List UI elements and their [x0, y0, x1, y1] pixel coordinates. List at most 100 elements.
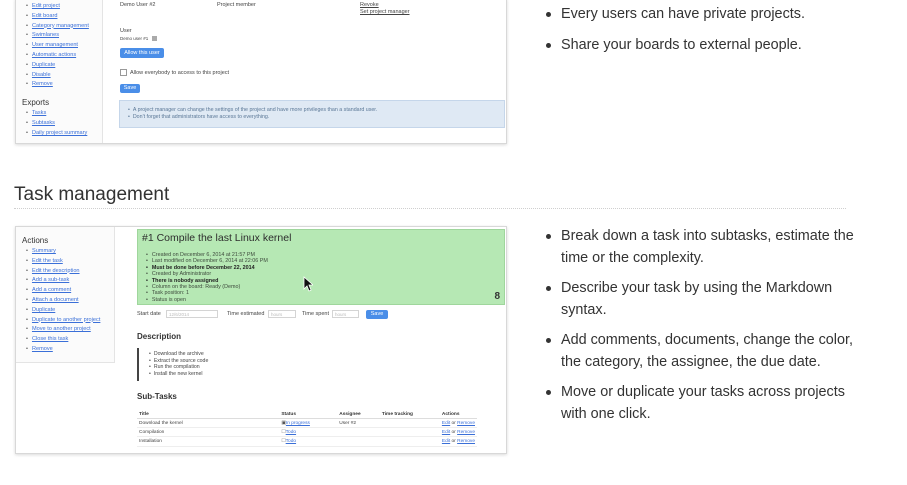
member-name: Demo User #2 [120, 2, 156, 8]
project-permissions-screenshot: Edit project Edit board Category managem… [15, 0, 507, 144]
subtask-status[interactable]: ▣In progress [279, 418, 338, 429]
column-header: Actions [439, 411, 477, 419]
action-link[interactable]: Duplicate to another project [26, 316, 114, 326]
section-divider [14, 208, 846, 209]
remove-link[interactable]: Remove [457, 430, 475, 435]
action-link[interactable]: Attach a document [26, 296, 114, 306]
description-item: Run the compilation [149, 364, 208, 371]
description-item: Install the new kernel [149, 371, 208, 378]
subtask-assignee: User #2 [337, 418, 380, 429]
subtask-status-link[interactable]: Todo [286, 430, 296, 435]
exports-title: Exports [22, 98, 50, 108]
allow-everybody-label: Allow everybody to access to this projec… [130, 69, 230, 76]
action-link[interactable]: Edit the description [26, 267, 114, 277]
edit-link[interactable]: Edit [442, 430, 450, 435]
feature-item: Share your boards to external people. [545, 35, 875, 57]
export-link[interactable]: Daily project summary [26, 129, 102, 139]
info-alert: A project manager can change the setting… [119, 100, 505, 128]
export-link[interactable]: Subtasks [26, 119, 102, 129]
or-text: or [451, 429, 456, 435]
table-row: Compilation ☐Todo Edit or Remove [137, 427, 477, 438]
sidebar-link[interactable]: Edit board [26, 12, 102, 22]
subtask-status[interactable]: ☐Todo [279, 427, 338, 438]
time-estimated-input[interactable]: hours [268, 310, 296, 318]
export-link[interactable]: Tasks [26, 109, 102, 119]
allow-everybody-checkbox[interactable] [120, 69, 127, 76]
action-link[interactable]: Summary [26, 247, 114, 257]
column-header: Assignee [337, 411, 380, 419]
task-meta-item: Status is open [146, 297, 268, 303]
select-arrow-icon [151, 36, 157, 42]
task-actions-sidebar: Actions Summary Edit the task Edit the d… [16, 227, 115, 363]
set-project-manager-link[interactable]: Set project manager [360, 9, 410, 15]
description-item: Download the archive [149, 351, 208, 358]
allow-user-button[interactable]: Allow this user [120, 48, 164, 58]
sidebar-link[interactable]: Swimlanes [26, 31, 102, 41]
sidebar-link[interactable]: Category management [26, 22, 102, 32]
task-view-screenshot: Actions Summary Edit the task Edit the d… [15, 226, 507, 454]
revoke-link[interactable]: Revoke [360, 2, 379, 8]
sidebar-link[interactable]: Remove [26, 80, 102, 90]
mouse-cursor-icon [303, 276, 313, 292]
start-date-input[interactable]: 12/6/2014 [166, 310, 218, 318]
member-role: Project member [217, 2, 256, 8]
feature-list-tasks: Break down a task into subtasks, estimat… [545, 226, 855, 434]
column-header: Time tracking [379, 411, 440, 419]
subtask-status-link[interactable]: In progress [286, 421, 310, 426]
feature-list-permissions: Every users can have private projects. S… [545, 4, 875, 65]
feature-item: Describe your task by using the Markdown… [545, 278, 855, 321]
user-select[interactable]: Demo user #1 [120, 36, 157, 42]
project-sidebar: Edit project Edit board Category managem… [16, 0, 103, 143]
subtask-title: Download the kernel [137, 418, 280, 429]
subtask-status[interactable]: ☐Todo [279, 436, 338, 447]
edit-link[interactable]: Edit [442, 421, 450, 426]
edit-link[interactable]: Edit [442, 439, 450, 444]
subtask-assignee [337, 436, 380, 447]
action-link[interactable]: Remove [26, 345, 114, 355]
table-row: Installation ☐Todo Edit or Remove [137, 436, 477, 447]
time-estimated-label: Time estimated [227, 311, 265, 317]
action-link[interactable]: Close this task [26, 335, 114, 345]
task-title: #1 Compile the last Linux kernel [142, 232, 292, 244]
user-select-value: Demo user #1 [120, 36, 149, 41]
sidebar-link[interactable]: Edit project [26, 2, 102, 12]
save-button[interactable]: Save [366, 310, 388, 319]
or-text: or [451, 438, 456, 444]
feature-item: Add comments, documents, change the colo… [545, 330, 855, 373]
subtask-time [379, 427, 440, 438]
subtasks-table: Title Status Assignee Time tracking Acti… [137, 411, 477, 447]
subtask-title: Compilation [137, 427, 280, 438]
table-header-row: Title Status Assignee Time tracking Acti… [137, 411, 477, 419]
subtask-time [379, 418, 440, 429]
feature-item: Move or duplicate your tasks across proj… [545, 382, 855, 425]
sidebar-link[interactable]: Duplicate [26, 61, 102, 71]
user-label: User [120, 28, 132, 34]
allow-everybody-option[interactable]: Allow everybody to access to this projec… [120, 69, 229, 76]
subtask-time [379, 436, 440, 447]
column-header: Status [279, 411, 338, 419]
subtasks-title: Sub-Tasks [137, 392, 177, 401]
subtask-assignee [337, 427, 380, 438]
description-title: Description [137, 332, 182, 341]
sidebar-link[interactable]: Disable [26, 71, 102, 81]
subtask-actions: Edit or Remove [439, 436, 477, 447]
remove-link[interactable]: Remove [457, 421, 475, 426]
column-header: Title [137, 411, 280, 419]
action-link[interactable]: Move to another project [26, 325, 114, 335]
description-item: Extract the source code [149, 358, 209, 365]
time-spent-input[interactable]: hours [332, 310, 359, 318]
or-text: or [451, 420, 456, 426]
info-line: A project manager can change the setting… [120, 107, 504, 114]
section-title: Task management [14, 184, 170, 205]
action-link[interactable]: Add a sub-task [26, 276, 114, 286]
sidebar-link[interactable]: User management [26, 41, 102, 51]
save-button[interactable]: Save [120, 84, 140, 93]
action-link[interactable]: Duplicate [26, 306, 114, 316]
table-row: Download the kernel ▣In progress User #2… [137, 418, 477, 429]
sidebar-link[interactable]: Automatic actions [26, 51, 102, 61]
subtask-status-link[interactable]: Todo [286, 439, 296, 444]
action-link[interactable]: Edit the task [26, 257, 114, 267]
action-link[interactable]: Add a comment [26, 286, 114, 296]
time-spent-label: Time spent [302, 311, 330, 317]
remove-link[interactable]: Remove [457, 439, 475, 444]
